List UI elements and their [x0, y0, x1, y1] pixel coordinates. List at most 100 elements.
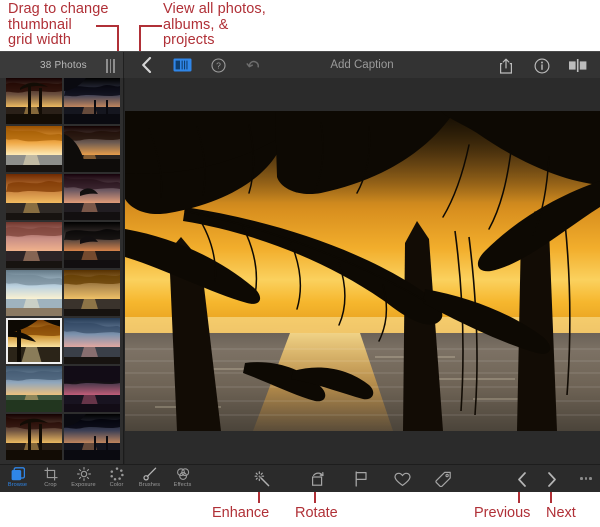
enhance-button[interactable]: [249, 469, 275, 489]
mode-browse-label: Browse: [7, 482, 28, 488]
thumbnail-sidebar[interactable]: [0, 78, 124, 464]
thumbnail-7[interactable]: [6, 222, 62, 268]
thumbnail-14[interactable]: [64, 366, 120, 412]
chevron-left-nav-icon: [518, 471, 526, 487]
leader-line-grid-h: [96, 25, 119, 27]
orange-cloud-bank-graphic: [6, 174, 62, 220]
next-button[interactable]: [541, 469, 563, 489]
chevron-right-nav-icon: [548, 471, 556, 487]
annotation-view-all: View all photos, albums, & projects: [163, 1, 266, 48]
back-button[interactable]: [128, 52, 164, 79]
thumbnail-9[interactable]: [6, 270, 62, 316]
thumbnail-11[interactable]: [6, 318, 62, 364]
tag-button[interactable]: [430, 469, 456, 489]
palms-over-lagoon-graphic: [6, 78, 62, 124]
thumbnail-grid: [6, 78, 122, 460]
mode-effects[interactable]: Effects: [167, 467, 198, 492]
viewer-toolbar-right: [488, 52, 596, 79]
rotate-icon: [311, 472, 324, 486]
annotation-next: Next: [546, 505, 576, 521]
undo-arrow-icon: [246, 60, 260, 68]
heart-icon: [393, 472, 411, 486]
info-circle-icon: [534, 58, 550, 73]
mode-color[interactable]: Color: [101, 467, 132, 492]
grid-width-drag-handle[interactable]: [106, 59, 115, 73]
screenshot-root: Drag to change thumbnail grid width View…: [0, 0, 600, 527]
previous-button[interactable]: [511, 469, 533, 489]
mode-crop-label: Crop: [44, 482, 57, 488]
mode-effects-label: Effects: [173, 482, 192, 488]
mode-exposure[interactable]: Exposure: [68, 467, 99, 492]
thumbnail-12[interactable]: [64, 318, 120, 364]
leader-line-grid-v: [117, 25, 119, 52]
brushes-icon: [142, 467, 156, 481]
favorite-button[interactable]: [389, 469, 415, 489]
annotation-rotate: Rotate: [295, 505, 338, 521]
leader-line-previous: [518, 492, 520, 503]
mode-color-label: Color: [109, 482, 124, 488]
browse-icon: [11, 467, 25, 481]
tag-icon: [434, 471, 451, 487]
flag-button[interactable]: [348, 469, 374, 489]
thumbnail-1[interactable]: [6, 78, 62, 124]
cliffside-sunset-graphic: [64, 126, 120, 172]
thumbnail-3[interactable]: [6, 126, 62, 172]
leader-line-viewall-h: [139, 25, 162, 27]
golden-cloud-sea-graphic: [64, 270, 120, 316]
pink-sky-shore-graphic: [6, 222, 62, 268]
info-button[interactable]: [524, 52, 560, 79]
mode-browse[interactable]: Browse: [2, 467, 33, 492]
thumbnail-5[interactable]: [6, 174, 62, 220]
photo-viewer: [125, 78, 600, 464]
photo-count-label: 38 Photos: [40, 60, 87, 71]
annotation-grid-width: Drag to change thumbnail grid width: [8, 1, 109, 48]
annotation-enhance: Enhance: [212, 505, 270, 521]
sunset-over-water-bright-graphic: [6, 126, 62, 172]
thumbnail-13[interactable]: [6, 366, 62, 412]
stormy-magenta-sky-graphic: [64, 366, 120, 412]
thumbnail-6[interactable]: [64, 174, 120, 220]
palm-sunset-photo-graphic: [125, 111, 600, 431]
undo-button[interactable]: [236, 52, 272, 79]
view-all-button[interactable]: [164, 52, 200, 79]
share-button[interactable]: [488, 52, 524, 79]
panels-icon: [173, 58, 191, 72]
mode-brushes-label: Brushes: [138, 482, 161, 488]
magic-wand-icon: [254, 470, 269, 486]
beach-silhouette-dusk-graphic: [64, 78, 120, 124]
thumbnail-16[interactable]: [64, 414, 120, 460]
green-shore-sunset-graphic: [6, 366, 62, 412]
leader-line-next: [550, 492, 552, 503]
palms-over-lagoon-graphic: [6, 414, 62, 460]
sun-on-beach-graphic: [6, 270, 62, 316]
sidebar-toolbar: 38 Photos: [0, 52, 124, 78]
thumbnail-15[interactable]: [6, 414, 62, 460]
mode-brushes[interactable]: Brushes: [134, 467, 165, 492]
mode-exposure-label: Exposure: [71, 482, 96, 488]
palm-sunset-selected-graphic: [6, 318, 62, 364]
thumbnail-4[interactable]: [64, 126, 120, 172]
top-toolbar: 38 Photos ? Add Caption: [0, 51, 600, 78]
thumbnail-2[interactable]: [64, 78, 120, 124]
bottom-toolbar: Browse Crop Exposure Color Brushes Effec…: [0, 464, 600, 492]
leader-line-viewall-v: [139, 25, 141, 52]
more-options-button[interactable]: [580, 477, 592, 480]
leader-line-rotate: [314, 492, 316, 503]
color-icon: [109, 467, 124, 481]
thumbnail-10[interactable]: [64, 270, 120, 316]
main-photo[interactable]: [125, 111, 600, 431]
split-view-icon: [569, 59, 587, 72]
mode-crop[interactable]: Crop: [35, 467, 66, 492]
crop-icon: [44, 467, 57, 481]
thumbnail-8[interactable]: [64, 222, 120, 268]
compare-button[interactable]: [560, 52, 596, 79]
leader-line-enhance: [258, 492, 260, 503]
chevron-left-icon: [141, 57, 151, 73]
exposure-icon: [76, 467, 91, 481]
annotation-previous: Previous: [474, 505, 531, 521]
rotate-button[interactable]: [305, 469, 331, 489]
photos-app-window: 38 Photos ? Add Caption Browse Crop Expo…: [0, 51, 600, 492]
help-button[interactable]: ?: [200, 52, 236, 79]
pink-clouds-horizon-graphic: [64, 174, 120, 220]
share-icon: [500, 58, 512, 74]
